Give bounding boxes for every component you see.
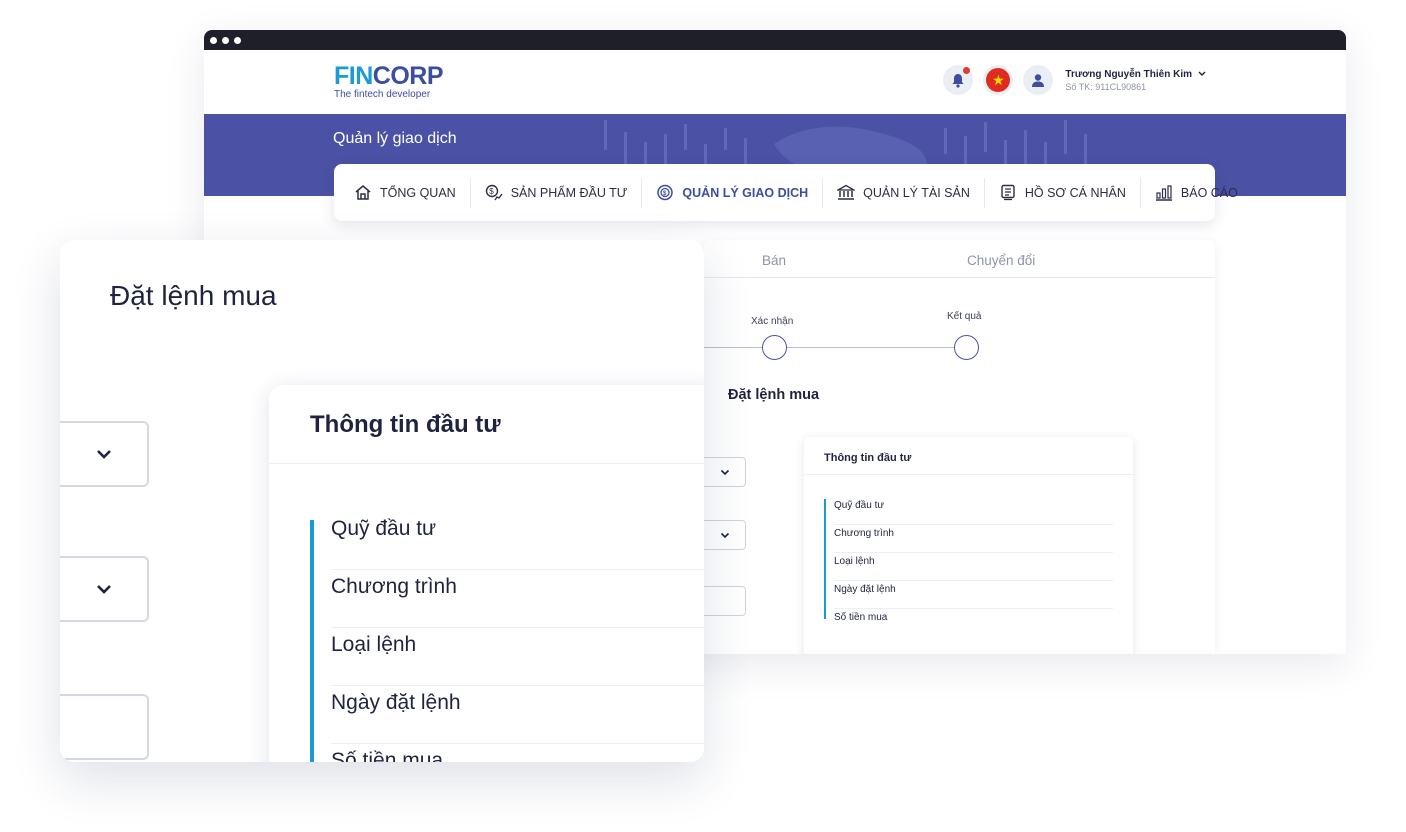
nav-item-label: BÁO CÁO <box>1180 185 1238 200</box>
step-circle-result <box>954 335 979 360</box>
nav-item-label: QUẢN LÝ GIAO DỊCH <box>682 185 809 200</box>
vietnam-flag-icon: ★ <box>986 68 1011 92</box>
nav-item-products[interactable]: $ SẢN PHẨM ĐẦU TƯ <box>471 177 643 208</box>
accent-bar <box>310 520 314 762</box>
fund-select[interactable] <box>704 457 746 487</box>
chevron-down-icon <box>720 469 729 475</box>
list-item: Ngày đặt lệnh <box>834 581 1113 609</box>
zoomed-order-card: Đặt lệnh mua Thông tin đầu tư Quỹ đầu tư… <box>60 240 704 762</box>
order-title: Đặt lệnh mua <box>728 387 820 403</box>
window-dot-icon[interactable] <box>210 36 217 44</box>
top-actions: ★ Trương Nguyễn Thiên Kim Số TK: 911CL90… <box>943 65 1206 95</box>
notification-button[interactable] <box>943 65 974 95</box>
order-panel: Bán Chuyển đổi Xác nhận Kết quả Đặt lệnh… <box>704 240 1215 654</box>
zoom-investment-info-title: Thông tin đầu tư <box>269 385 704 464</box>
language-button[interactable]: ★ <box>983 65 1014 95</box>
zoom-amount-input[interactable] <box>60 694 149 760</box>
program-select[interactable] <box>704 520 746 550</box>
nav-item-label: QUẢN LÝ TÀI SẢN <box>863 185 970 200</box>
amount-input[interactable] <box>704 586 746 616</box>
coin-cycle-icon: $ <box>657 184 674 201</box>
page-title: Quản lý giao dịch <box>333 130 457 147</box>
user-account-number: Số TK: 911CL90861 <box>1065 81 1147 92</box>
nav-item-label: HỒ SƠ CÁ NHÂN <box>1024 185 1126 200</box>
step-connector <box>704 347 762 348</box>
chevron-down-icon <box>96 585 111 594</box>
chevron-down-icon <box>96 450 111 459</box>
nav-item-assets[interactable]: QUẢN LÝ TÀI SẢN <box>823 177 985 208</box>
tab-convert[interactable]: Chuyển đổi <box>967 253 1035 268</box>
fincorp-logo[interactable]: FINCORP The fintech developer <box>334 62 444 101</box>
main-navigation: TỔNG QUAN $ SẢN PHẨM ĐẦU TƯ $ QUẢN LÝ GI… <box>334 164 1238 221</box>
list-item: Chương trình <box>834 525 1113 553</box>
user-name: Trương Nguyễn Thiên Kim <box>1065 68 1192 80</box>
nav-item-label: TỔNG QUAN <box>380 185 456 200</box>
list-item: Quỹ đầu tư <box>331 512 704 570</box>
list-item: Số tiền mua <box>834 612 888 623</box>
nav-item-overview[interactable]: TỔNG QUAN <box>334 177 471 208</box>
bar-chart-icon <box>1155 185 1172 201</box>
list-item: Loại lệnh <box>331 628 704 686</box>
list-item: Số tiền mua <box>331 744 704 762</box>
investment-info-title: Thông tin đầu tư <box>804 437 1133 475</box>
home-icon <box>355 185 371 200</box>
bell-icon <box>952 73 964 88</box>
order-tabs: Bán Chuyển đổi <box>704 240 1215 278</box>
step-label-result: Kết quả <box>947 311 982 322</box>
dollar-chart-icon: $ <box>485 184 503 201</box>
tab-sell[interactable]: Bán <box>762 253 786 268</box>
chevron-down-icon <box>720 532 729 538</box>
window-dot-icon[interactable] <box>222 36 229 44</box>
nav-item-reports[interactable]: BÁO CÁO <box>1141 178 1252 208</box>
stage: FINCORP The fintech developer ★ Trương N… <box>0 0 1406 832</box>
logo-corp-text: CORP <box>372 62 444 90</box>
user-icon <box>1032 73 1045 87</box>
user-menu[interactable]: Trương Nguyễn Thiên Kim Số TK: 911CL9086… <box>1065 69 1206 92</box>
nav-item-profile[interactable]: HỒ SƠ CÁ NHÂN <box>985 177 1141 208</box>
nav-item-transactions[interactable]: $ QUẢN LÝ GIAO DỊCH <box>642 177 824 208</box>
window-dot-icon[interactable] <box>234 36 241 44</box>
notification-dot <box>963 67 971 74</box>
bank-icon <box>837 184 856 200</box>
list-item: Loại lệnh <box>834 553 1113 581</box>
chevron-down-icon <box>1198 71 1206 76</box>
window-titlebar <box>204 30 1346 50</box>
step-label-confirm: Xác nhận <box>751 316 794 327</box>
profile-document-icon <box>1001 184 1015 201</box>
zoom-investment-info-list: Quỹ đầu tư Chương trình Loại lệnh Ngày đ… <box>310 512 704 762</box>
nav-item-label: SẢN PHẨM ĐẦU TƯ <box>510 185 628 200</box>
zoom-order-title: Đặt lệnh mua <box>110 280 277 311</box>
list-item: Quỹ đầu tư <box>834 497 1113 525</box>
top-bar: FINCORP The fintech developer ★ Trương N… <box>204 50 1346 114</box>
zoom-investment-info-card: Thông tin đầu tư Quỹ đầu tư Chương trình… <box>269 385 704 762</box>
step-circle-confirm <box>762 335 787 360</box>
user-avatar[interactable] <box>1023 65 1054 95</box>
list-item: Ngày đặt lệnh <box>331 686 704 744</box>
zoom-fund-select[interactable] <box>60 421 149 487</box>
logo-tagline: The fintech developer <box>334 89 431 100</box>
investment-info-card: Thông tin đầu tư Quỹ đầu tư Chương trình… <box>804 437 1133 654</box>
svg-text:$: $ <box>489 187 494 196</box>
accent-bar <box>824 499 826 619</box>
logo-fin-text: FIN <box>334 62 373 90</box>
investment-info-list: Quỹ đầu tư Chương trình Loại lệnh Ngày đ… <box>824 497 1113 637</box>
list-item: Chương trình <box>331 570 704 628</box>
step-connector <box>787 347 954 348</box>
zoom-program-select[interactable] <box>60 556 149 622</box>
